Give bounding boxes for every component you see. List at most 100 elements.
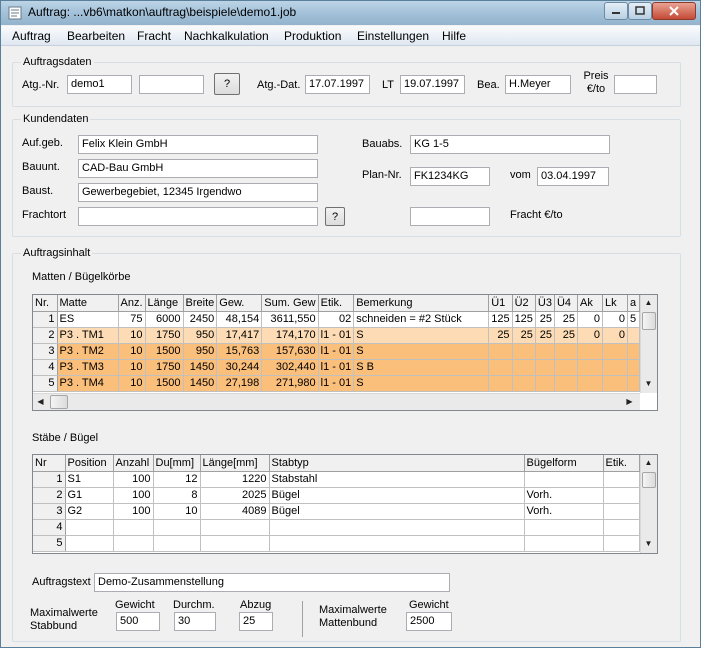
table-cell[interactable]: 1220 [200,471,270,488]
table-cell[interactable]: P3 . TM1 [57,327,119,344]
gewicht-input[interactable]: 500 [116,612,160,631]
menu-hilfe[interactable]: Hilfe [442,29,466,43]
column-header[interactable]: Matte [57,295,119,312]
column-header[interactable]: a [627,295,640,312]
table-cell[interactable]: 100 [113,503,154,520]
bauabs-input[interactable]: KG 1-5 [410,135,610,154]
table-cell[interactable]: 5 [627,311,640,328]
table-cell[interactable]: 25 [554,327,578,344]
table-cell[interactable]: 5 [33,375,58,392]
column-header[interactable]: Sum. Gew [261,295,319,312]
table-cell[interactable] [488,359,513,376]
scroll-thumb[interactable] [642,472,656,488]
table-cell[interactable]: G2 [65,503,114,520]
table-cell[interactable]: 25 [535,327,555,344]
column-header[interactable]: Gew. [216,295,263,312]
column-header[interactable]: Nr. [33,295,58,312]
table-cell[interactable] [113,535,154,552]
table-cell[interactable]: ES [57,311,119,328]
table-cell[interactable]: 950 [183,327,218,344]
column-header[interactable]: Ak [577,295,603,312]
table-cell[interactable]: 10 [118,359,146,376]
table-cell[interactable] [603,519,640,536]
column-header[interactable]: Stabtyp [269,455,525,472]
atg-lookup-button[interactable]: ? [214,73,240,95]
column-header[interactable]: Lk [602,295,628,312]
table-row[interactable]: 2 P3 . TM1 10 1750 950 17,417 174,170 l1 - 01 S 2… [33,327,640,344]
close-button[interactable] [652,2,696,20]
table-cell[interactable] [512,359,536,376]
table-cell[interactable] [512,343,536,360]
table-cell[interactable]: 25 [554,311,578,328]
durchm-input[interactable]: 30 [174,612,216,631]
table-cell[interactable] [535,343,555,360]
baust-input[interactable]: Gewerbegebiet, 12345 Irgendwo [78,183,318,202]
table-cell[interactable]: 12 [153,471,201,488]
table-cell[interactable]: 75 [118,311,146,328]
table-cell[interactable]: l1 - 01 [318,359,355,376]
table-cell[interactable] [602,359,628,376]
table-cell[interactable]: 100 [113,471,154,488]
menu-auftrag[interactable]: Auftrag [12,29,51,43]
table-row[interactable]: 4 [33,519,640,536]
column-header[interactable]: Bemerkung [353,295,490,312]
table-cell[interactable]: l1 - 01 [318,375,355,392]
aufgeb-input[interactable]: Felix Klein GmbH [78,135,318,154]
table-cell[interactable] [577,359,603,376]
column-header[interactable]: Ü3 [535,295,555,312]
table-cell[interactable] [153,519,201,536]
table-cell[interactable] [512,375,536,392]
table-cell[interactable]: S B [353,359,490,376]
table-cell[interactable]: 1450 [183,375,218,392]
table-cell[interactable]: 6000 [145,311,184,328]
table-cell[interactable]: 174,170 [261,327,319,344]
table-cell[interactable]: 0 [577,311,603,328]
table-cell[interactable]: 15,763 [216,343,263,360]
scroll-down-icon[interactable]: ▼ [641,536,656,551]
table-cell[interactable]: 48,154 [216,311,263,328]
table-cell[interactable]: 0 [602,327,628,344]
staebe-vscrollbar[interactable]: ▲ ▼ [640,455,657,553]
table-cell[interactable] [603,471,640,488]
table-cell[interactable] [627,359,640,376]
table-cell[interactable]: Stabstahl [269,471,525,488]
matten-hscrollbar[interactable]: ◀ ▶ [33,393,640,410]
table-row[interactable]: 3 P3 . TM2 10 1500 950 15,763 157,630 l1 - 01 S [33,343,640,360]
bauunt-input[interactable]: CAD-Bau GmbH [78,159,318,178]
table-cell[interactable]: P3 . TM4 [57,375,119,392]
table-cell[interactable]: 3 [33,343,58,360]
table-cell[interactable] [577,343,603,360]
table-cell[interactable]: 125 [512,311,536,328]
table-cell[interactable]: 100 [113,487,154,504]
table-cell[interactable] [603,503,640,520]
table-cell[interactable]: 10 [118,375,146,392]
table-cell[interactable] [554,359,578,376]
table-cell[interactable] [488,375,513,392]
frachtort-lookup-button[interactable]: ? [325,207,345,226]
table-cell[interactable] [65,535,114,552]
table-cell[interactable]: schneiden = #2 Stück [353,311,490,328]
table-cell[interactable]: S [353,327,490,344]
column-header[interactable]: Anz. [118,295,146,312]
menu-produktion[interactable]: Produktion [284,29,341,43]
table-cell[interactable]: S [353,375,490,392]
table-cell[interactable]: Vorh. [524,487,604,504]
table-row[interactable]: 4 P3 . TM3 10 1750 1450 30,244 302,440 l1 - 01 S… [33,359,640,376]
table-row[interactable]: 5 [33,535,640,552]
table-cell[interactable] [535,359,555,376]
table-cell[interactable]: 30,244 [216,359,263,376]
atg-dat-input[interactable]: 17.07.1997 [305,75,370,94]
table-cell[interactable] [153,535,201,552]
table-cell[interactable]: l1 - 01 [318,327,355,344]
vom-input[interactable]: 03.04.1997 [537,167,609,186]
column-header[interactable]: Ü4 [554,295,578,312]
table-cell[interactable] [627,327,640,344]
table-cell[interactable]: 1 [33,471,66,488]
table-cell[interactable]: 1450 [183,359,218,376]
column-header[interactable]: Länge[mm] [200,455,270,472]
table-cell[interactable]: 5 [33,535,66,552]
minimize-button[interactable] [604,2,628,20]
abzug-input[interactable]: 25 [239,612,273,631]
table-cell[interactable]: 0 [577,327,603,344]
table-cell[interactable]: 17,417 [216,327,263,344]
